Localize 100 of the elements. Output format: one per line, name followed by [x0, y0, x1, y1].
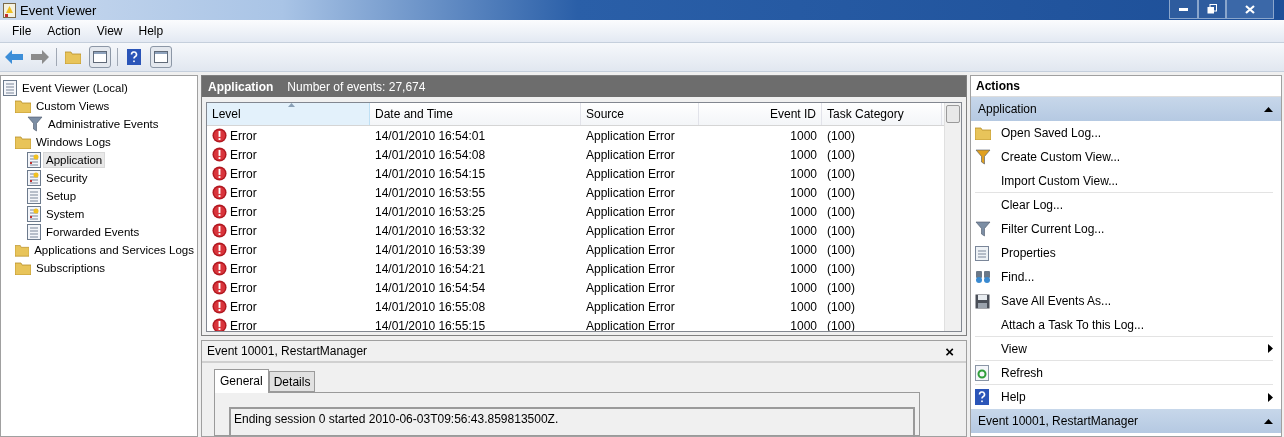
- collapse-icon[interactable]: [1264, 418, 1273, 424]
- menu-item[interactable]: View: [88, 24, 131, 38]
- close-button[interactable]: [1226, 0, 1274, 19]
- column-header[interactable]: Task Category: [822, 103, 942, 125]
- level-text: Error: [230, 204, 257, 219]
- table-cell-text: 1000: [789, 185, 818, 200]
- actions-pane-command[interactable]: Open Saved Log...: [975, 121, 1273, 145]
- table-cell-text: 1000: [789, 128, 818, 143]
- tab[interactable]: Details: [268, 371, 316, 392]
- column-header[interactable]: Level: [207, 103, 370, 125]
- error-icon: [212, 185, 227, 200]
- table-cell-text: 14/01/2010 16:54:54: [374, 280, 487, 295]
- detail-title: Event 10001, RestartManager: [207, 344, 368, 358]
- log-icon: [27, 188, 41, 204]
- error-icon: [212, 299, 227, 314]
- tree-item[interactable]: Event Viewer (Local): [19, 80, 131, 96]
- pane-icon: [93, 51, 107, 63]
- actions-pane-command[interactable]: Clear Log...: [975, 193, 1273, 217]
- tree-item[interactable]: Administrative Events: [45, 116, 162, 132]
- folder-icon: [15, 135, 31, 149]
- table-cell-text: Application Error: [585, 204, 676, 219]
- error-icon: [212, 166, 227, 181]
- actions-pane-command[interactable]: Find...: [975, 265, 1273, 289]
- filter-icon: [975, 149, 991, 165]
- table-cell-text: (100): [826, 204, 856, 219]
- table-cell-text: (100): [826, 280, 856, 295]
- table-cell-text: Application Error: [585, 242, 676, 257]
- table-cell-text: (100): [826, 261, 856, 276]
- section-title: Application: [978, 102, 1037, 116]
- actions-pane-command[interactable]: Import Custom View...: [975, 169, 1273, 193]
- tree-item[interactable]: Custom Views: [33, 98, 113, 114]
- restore-button[interactable]: [1198, 0, 1226, 19]
- tab[interactable]: General: [214, 369, 269, 393]
- log-icon: [27, 206, 41, 222]
- menu-item[interactable]: Help: [130, 24, 172, 38]
- level-text: Error: [230, 242, 257, 257]
- log-icon: [27, 152, 41, 168]
- minimize-icon: [1179, 7, 1188, 11]
- table-cell-text: Application Error: [585, 147, 676, 162]
- section-header[interactable]: Event 10001, RestartManager: [971, 409, 1281, 433]
- table-cell-text: (100): [826, 242, 856, 257]
- actions-pane-command[interactable]: View: [975, 337, 1273, 361]
- error-icon: [212, 280, 227, 295]
- forward-button[interactable]: [30, 47, 50, 67]
- level-text: Error: [230, 185, 257, 200]
- actions-pane-command[interactable]: Refresh: [975, 361, 1273, 385]
- folder-icon: [975, 126, 991, 140]
- minimize-button[interactable]: [1169, 0, 1198, 19]
- error-icon: [212, 128, 227, 143]
- refresh-icon: [975, 364, 989, 381]
- table-cell-text: Application Error: [585, 128, 676, 143]
- tree-item[interactable]: Windows Logs: [33, 134, 114, 150]
- table-cell-text: 14/01/2010 16:53:39: [374, 242, 487, 257]
- table-cell-text: 1000: [789, 204, 818, 219]
- table-cell-text: 14/01/2010 16:53:25: [374, 204, 487, 219]
- tree-item[interactable]: Application: [43, 152, 106, 168]
- actions-pane-command[interactable]: Save All Events As...: [975, 289, 1273, 313]
- tree-item[interactable]: Security: [43, 170, 91, 186]
- scrollbar[interactable]: [944, 103, 961, 331]
- tree-item[interactable]: System: [43, 206, 88, 222]
- error-icon: [212, 242, 227, 257]
- tree-item[interactable]: Setup: [43, 188, 80, 204]
- filter-icon: [975, 221, 991, 237]
- restore-icon: [1207, 4, 1217, 14]
- tree-item[interactable]: Forwarded Events: [43, 224, 143, 240]
- actions-pane-command[interactable]: Create Custom View...: [975, 145, 1273, 169]
- show-actions-button[interactable]: [150, 46, 172, 68]
- actions-pane-command[interactable]: Filter Current Log...: [975, 217, 1273, 241]
- error-icon: [212, 261, 227, 276]
- close-detail-button[interactable]: ×: [945, 342, 954, 360]
- tree-item[interactable]: Applications and Services Logs: [31, 242, 197, 258]
- tree-item[interactable]: Subscriptions: [33, 260, 109, 276]
- log-icon: [27, 224, 41, 240]
- help-button[interactable]: [124, 47, 144, 67]
- table-cell-text: (100): [826, 166, 856, 181]
- folder-icon: [15, 243, 30, 257]
- table-cell-text: Application Error: [585, 223, 676, 238]
- event-count: Number of events: 27,674: [287, 79, 426, 94]
- section-header[interactable]: Application: [971, 97, 1281, 121]
- column-header[interactable]: Source: [581, 103, 699, 125]
- collapse-icon[interactable]: [1264, 106, 1273, 112]
- column-header[interactable]: Event ID: [699, 103, 822, 125]
- table-cell-text: 1000: [789, 242, 818, 257]
- submenu-arrow-icon: [1268, 344, 1273, 353]
- submenu-arrow-icon: [1268, 392, 1273, 402]
- forward-arrow-icon: [31, 50, 49, 64]
- close-icon: [1245, 4, 1255, 14]
- menu-item[interactable]: Action: [39, 24, 89, 38]
- level-text: Error: [230, 166, 257, 181]
- table-cell-text: 14/01/2010 16:53:32: [374, 223, 487, 238]
- actions-pane-command[interactable]: Attach a Task To this Log...: [975, 313, 1273, 337]
- log-title: Application: [208, 79, 274, 94]
- column-header[interactable]: Date and Time: [370, 103, 581, 125]
- actions-pane-command[interactable]: Properties: [975, 241, 1273, 265]
- show-tree-button[interactable]: [89, 46, 111, 68]
- actions-pane-command[interactable]: Help: [975, 385, 1273, 409]
- menu-item[interactable]: File: [4, 24, 40, 38]
- table-cell-text: 14/01/2010 16:54:08: [374, 147, 487, 162]
- table-cell-text: 14/01/2010 16:55:15: [374, 318, 487, 331]
- folder-icon: [15, 261, 31, 275]
